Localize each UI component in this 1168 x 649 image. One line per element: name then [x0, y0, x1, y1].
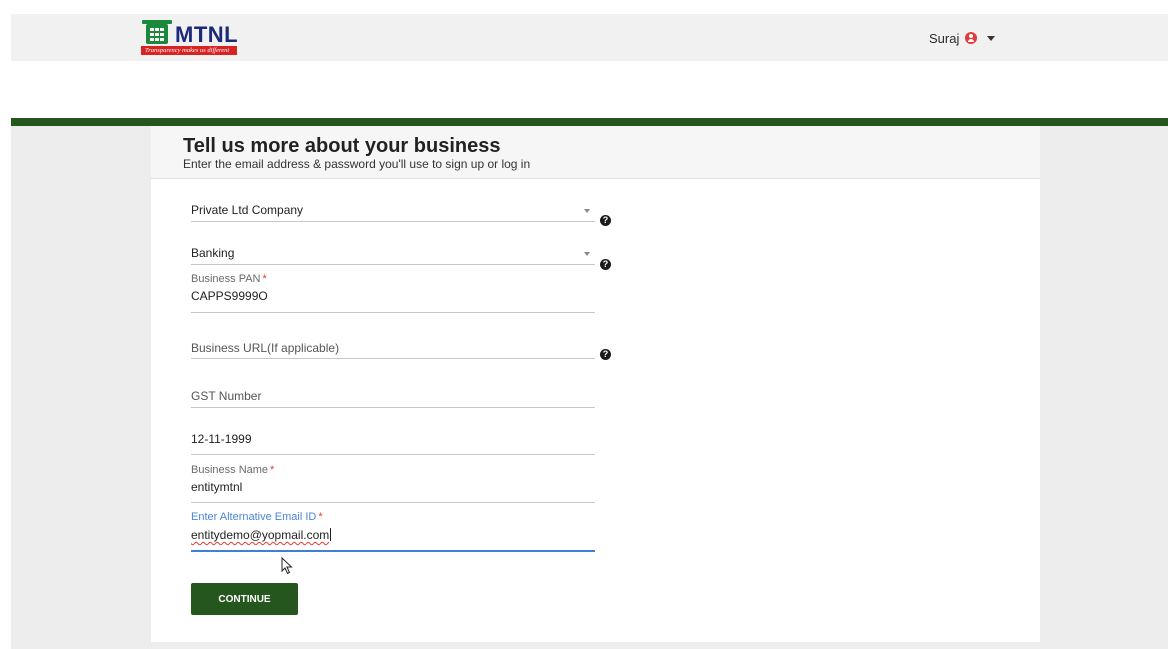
business-name-label: Business Name * — [191, 464, 274, 476]
date-value: 12-11-1999 — [191, 432, 252, 446]
logo-tagline: Transparency makes us different — [141, 46, 237, 55]
top-header: MTNL Transparency makes us different Sur… — [11, 14, 1168, 61]
business-url-placeholder: Business URL(If applicable) — [191, 341, 340, 355]
required-mark: * — [270, 464, 275, 476]
alternative-email-text: entitydemo@yopmail.com — [191, 528, 330, 542]
alternative-email-value: entitydemo@yopmail.com — [191, 528, 332, 542]
industry-select[interactable]: Banking — [191, 245, 595, 265]
alternative-email-label-text: Enter Alternative Email ID — [191, 511, 317, 523]
chevron-down-icon — [584, 252, 590, 256]
card-header: Tell us more about your business Enter t… — [151, 126, 1040, 179]
required-mark: * — [318, 511, 323, 523]
logo-text: MTNL — [175, 22, 239, 47]
help-icon[interactable]: ? — [600, 215, 611, 226]
date-field[interactable]: 12-11-1999 — [191, 431, 595, 455]
continue-button[interactable]: CONTINUE — [191, 583, 298, 615]
chevron-down-icon — [987, 35, 996, 41]
user-menu[interactable]: Suraj — [929, 30, 996, 46]
help-icon[interactable]: ? — [600, 259, 611, 270]
chevron-down-icon — [584, 209, 590, 213]
business-url-input[interactable]: Business URL(If applicable) — [191, 340, 595, 359]
mtnl-logo[interactable]: MTNL Transparency makes us different — [141, 19, 251, 59]
gst-number-placeholder: GST Number — [191, 389, 262, 403]
company-type-value: Private Ltd Company — [191, 203, 304, 217]
alternative-email-field[interactable]: Enter Alternative Email ID * entitydemo@y… — [191, 510, 595, 552]
business-pan-value: CAPPS9999O — [191, 289, 268, 303]
text-cursor — [330, 528, 332, 541]
business-name-value: entitymtnl — [191, 480, 243, 494]
user-name: Suraj — [929, 30, 960, 46]
mtnl-emblem-icon — [142, 20, 172, 44]
business-name-label-text: Business Name — [191, 464, 269, 476]
help-icon[interactable]: ? — [600, 349, 611, 360]
page-subtitle: Enter the email address & password you'l… — [183, 157, 531, 171]
industry-value: Banking — [191, 246, 235, 260]
business-pan-label: Business PAN * — [191, 273, 267, 285]
alternative-email-label: Enter Alternative Email ID * — [191, 511, 323, 523]
business-pan-field[interactable]: Business PAN * CAPPS9999O — [191, 272, 595, 313]
gst-number-input[interactable]: GST Number — [191, 388, 595, 408]
mouse-pointer-icon — [281, 557, 293, 575]
business-name-field[interactable]: Business Name * entitymtnl — [191, 463, 595, 503]
company-type-select[interactable]: Private Ltd Company — [191, 202, 595, 222]
page-title: Tell us more about your business — [183, 135, 501, 157]
required-mark: * — [262, 273, 267, 285]
user-icon — [965, 32, 978, 44]
business-pan-label-text: Business PAN — [191, 273, 261, 285]
